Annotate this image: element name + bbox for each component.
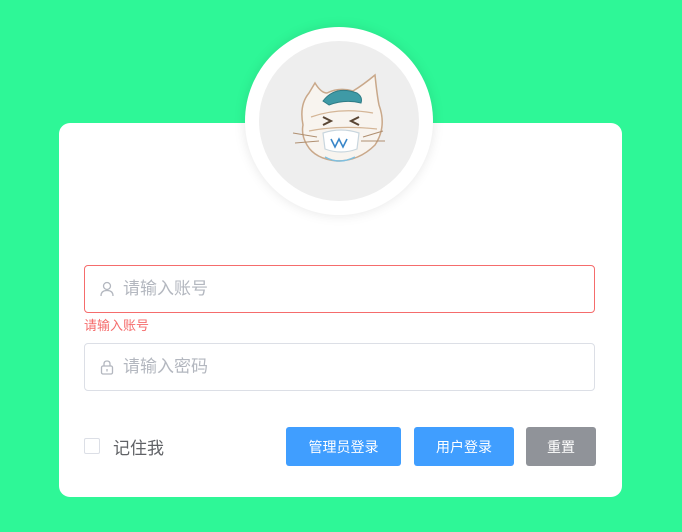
admin-login-button[interactable]: 管理员登录 [286,427,401,466]
lock-icon [100,360,114,375]
user-login-button[interactable]: 用户登录 [414,427,514,466]
avatar [245,27,433,215]
checkbox-box[interactable] [84,438,100,454]
account-error-message: 请输入账号 [84,319,150,334]
password-input[interactable] [123,344,578,390]
user-icon [100,281,114,297]
remember-me-checkbox[interactable]: 记住我 [84,435,164,459]
account-input[interactable] [123,266,578,312]
account-field [84,265,595,313]
reset-button[interactable]: 重置 [526,427,596,466]
password-field [84,343,595,391]
remember-me-label: 记住我 [113,438,164,459]
avatar-image [259,41,419,201]
